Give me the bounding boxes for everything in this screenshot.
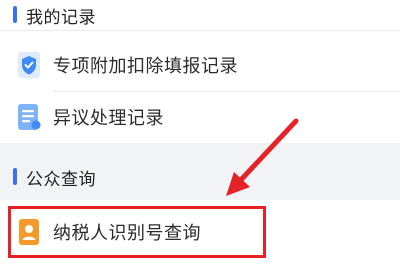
list-item-label: 专项附加扣除填报记录 xyxy=(53,56,238,77)
shield-check-icon xyxy=(18,52,40,78)
list-item-objection-records[interactable]: 异议处理记录 xyxy=(0,91,400,143)
list-item-label: 异议处理记录 xyxy=(53,108,164,129)
highlight-box xyxy=(8,206,266,258)
section-title-records: 我的记录 xyxy=(26,8,96,28)
public-section-header: 公众查询 xyxy=(0,162,400,192)
records-card: 专项附加扣除填报记录 异议处理记录 xyxy=(0,31,400,143)
list-item-special-deduction-records[interactable]: 专项附加扣除填报记录 xyxy=(0,39,400,91)
tax-app-records-screen: 我的记录 专项附加扣除填报记录 异议处理记录 公众查询 纳税人识别号查询 xyxy=(0,0,400,266)
section-accent-bar xyxy=(13,6,17,23)
section-accent-bar xyxy=(13,168,17,185)
section-title-public: 公众查询 xyxy=(26,170,96,190)
document-list-icon xyxy=(18,104,41,130)
records-section-header: 我的记录 xyxy=(0,0,400,30)
